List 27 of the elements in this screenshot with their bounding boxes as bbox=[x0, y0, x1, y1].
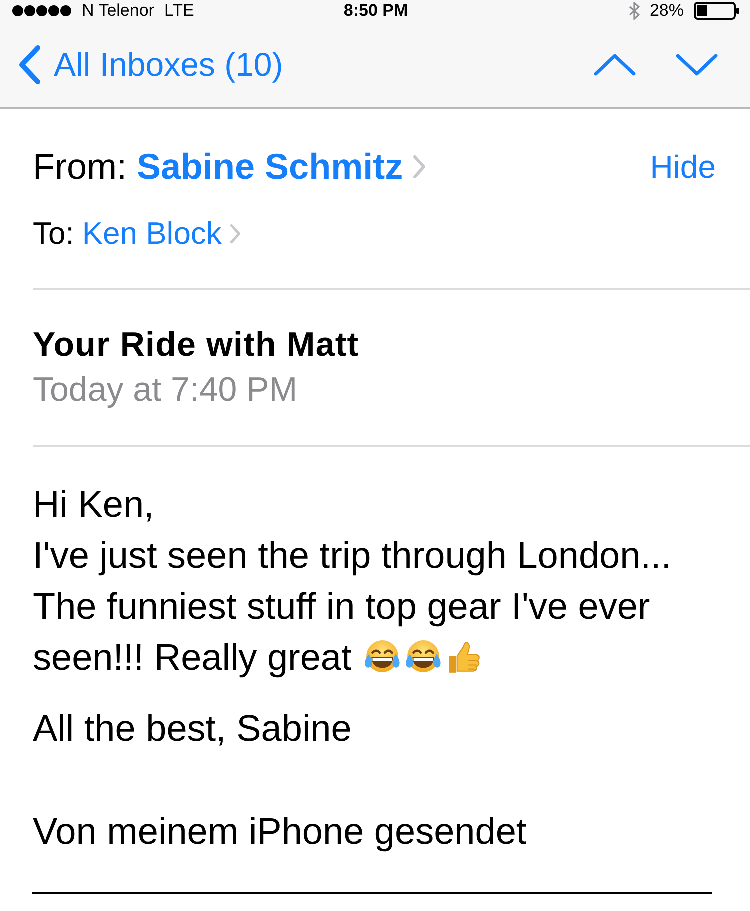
chevron-right-icon bbox=[413, 155, 426, 179]
battery-icon bbox=[694, 2, 740, 20]
chevron-up-icon[interactable] bbox=[594, 52, 636, 76]
to-label: To: bbox=[33, 216, 74, 252]
battery-percent: 28% bbox=[650, 1, 684, 21]
body-text-line: The funniest stuff in top gear I've ever bbox=[33, 585, 650, 629]
chevron-right-icon bbox=[230, 224, 241, 244]
chevron-left-icon bbox=[18, 44, 42, 84]
message-subject: Your Ride with Matt bbox=[33, 325, 360, 365]
signature-rule: _________________________________ bbox=[33, 857, 714, 893]
body-text-line: seen!!! Really great bbox=[33, 636, 352, 680]
hide-link[interactable]: Hide bbox=[650, 148, 716, 186]
signal-icon bbox=[12, 5, 72, 17]
from-label: From: bbox=[33, 146, 127, 188]
carrier-name: N Telenor bbox=[82, 1, 154, 21]
network-type: LTE bbox=[164, 1, 194, 21]
recipient-link[interactable]: Ken Block bbox=[82, 216, 222, 252]
sender-link[interactable]: Sabine Schmitz bbox=[137, 146, 404, 188]
body-text-line: I've just seen the trip through London... bbox=[33, 534, 672, 578]
closing-text: All the best, Sabine bbox=[33, 707, 353, 751]
back-button[interactable]: All Inboxes (10) bbox=[18, 44, 284, 84]
status-time: 8:50 PM bbox=[344, 1, 408, 21]
bluetooth-icon bbox=[628, 2, 640, 20]
chevron-down-icon[interactable] bbox=[676, 52, 718, 76]
body-text-line: Hi Ken, bbox=[33, 483, 154, 527]
message-date: Today at 7:40 PM bbox=[33, 370, 299, 410]
signature-text: Von meinem iPhone gesendet bbox=[33, 810, 528, 854]
